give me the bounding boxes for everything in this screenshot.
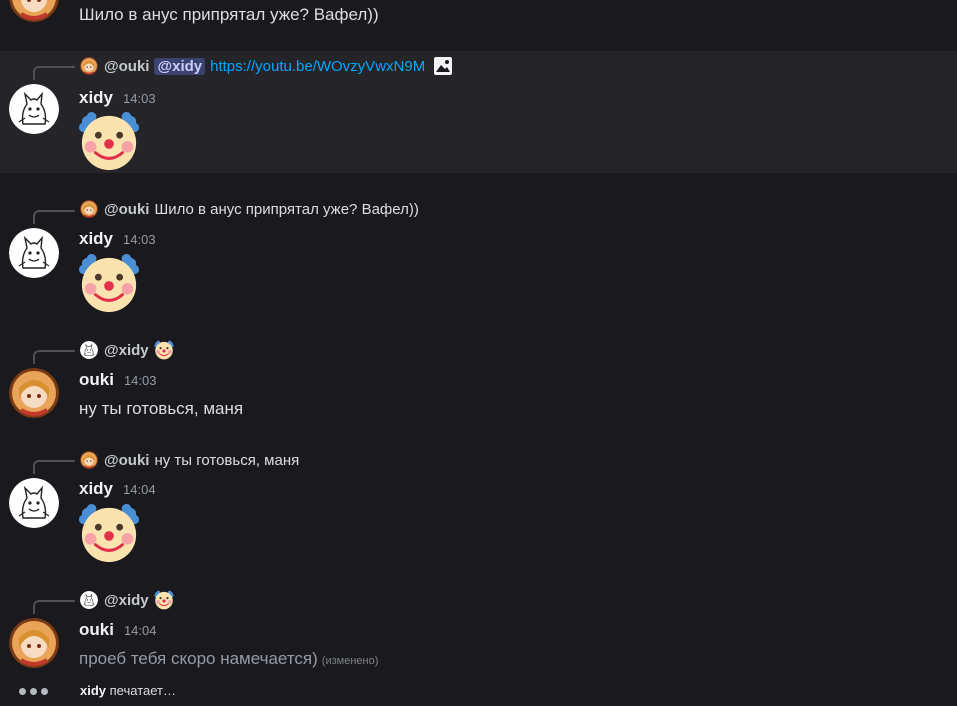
message-item[interactable]: @xidy ouki 14:03 ну ты готовься, маня — [0, 337, 957, 427]
message-header: xidy 14:04 — [79, 479, 156, 499]
reply-avatar-ouki — [80, 57, 98, 75]
reply-text[interactable]: ну ты готовься, маня — [154, 452, 299, 469]
timestamp[interactable]: 14:03 — [123, 232, 156, 247]
message-header: ouki 14:03 — [79, 370, 157, 390]
reply-author[interactable]: @xidy — [104, 342, 149, 359]
reply-avatar-ouki — [80, 200, 98, 218]
typing-text: xidy печатает… — [80, 683, 176, 698]
avatar-xidy[interactable] — [9, 84, 59, 134]
reply-preview[interactable]: @xidy — [80, 590, 174, 610]
edited-label: (изменено) — [321, 655, 379, 667]
clown-emoji-icon[interactable] — [78, 110, 140, 172]
typing-label: печатает… — [109, 683, 176, 698]
username[interactable]: ouki — [79, 370, 114, 390]
avatar-ouki[interactable] — [9, 618, 59, 668]
clown-emoji-icon[interactable] — [78, 252, 140, 314]
message-partial: Шило в анус припрятал уже? Вафел)) — [0, 0, 957, 50]
timestamp[interactable]: 14:04 — [123, 482, 156, 497]
timestamp[interactable]: 14:04 — [124, 623, 157, 638]
reply-connector — [33, 66, 75, 80]
message-header: xidy 14:03 — [79, 88, 156, 108]
message-item[interactable]: @ouki ну ты готовься, маня xidy 14:04 — [0, 447, 957, 567]
image-icon — [433, 56, 453, 76]
message-text: Шило в анус припрятал уже? Вафел)) — [79, 5, 379, 24]
avatar-ouki[interactable] — [9, 0, 59, 22]
reply-link[interactable]: https://youtu.be/WOvzyVwxN9M — [210, 58, 425, 75]
reply-preview[interactable]: @ouki ну ты готовься, маня — [80, 450, 299, 470]
timestamp[interactable]: 14:03 — [123, 91, 156, 106]
username[interactable]: ouki — [79, 620, 114, 640]
message-item[interactable]: @ouki Шило в анус припрятал уже? Вафел))… — [0, 197, 957, 317]
reply-avatar-xidy — [80, 591, 98, 609]
message-item[interactable]: @ouki @xidy https://youtu.be/WOvzyVwxN9M… — [0, 51, 957, 173]
message-header: ouki 14:04 — [79, 620, 157, 640]
reply-author[interactable]: @ouki — [104, 58, 149, 75]
typing-user: xidy — [80, 683, 107, 698]
reply-mention[interactable]: @xidy — [154, 57, 206, 75]
username[interactable]: xidy — [79, 479, 113, 499]
reply-connector — [33, 460, 75, 474]
reply-preview[interactable]: @xidy — [80, 340, 174, 360]
reply-author[interactable]: @ouki — [104, 452, 149, 469]
message-item[interactable]: @xidy ouki 14:04 проеб тебя скоро намеча… — [0, 587, 957, 677]
avatar-xidy[interactable] — [9, 478, 59, 528]
reply-connector — [33, 210, 75, 224]
message-text: проеб тебя скоро намечается) (изменено) — [79, 649, 378, 669]
clown-emoji-icon — [154, 340, 174, 360]
clown-emoji-icon[interactable] — [78, 502, 140, 564]
reply-author[interactable]: @xidy — [104, 592, 149, 609]
reply-preview[interactable]: @ouki @xidy https://youtu.be/WOvzyVwxN9M — [80, 56, 453, 76]
username[interactable]: xidy — [79, 229, 113, 249]
timestamp[interactable]: 14:03 — [124, 373, 157, 388]
avatar-ouki[interactable] — [9, 368, 59, 418]
reply-avatar-ouki — [80, 451, 98, 469]
message-text-content: проеб тебя скоро намечается) — [79, 649, 318, 668]
reply-connector — [33, 350, 75, 364]
message-header: xidy 14:03 — [79, 229, 156, 249]
reply-author[interactable]: @ouki — [104, 201, 149, 218]
username[interactable]: xidy — [79, 88, 113, 108]
reply-avatar-xidy — [80, 341, 98, 359]
reply-connector — [33, 600, 75, 614]
clown-emoji-icon — [154, 590, 174, 610]
typing-indicator: xidy печатает… — [0, 680, 957, 704]
reply-text[interactable]: Шило в анус припрятал уже? Вафел)) — [154, 201, 418, 218]
avatar-xidy[interactable] — [9, 228, 59, 278]
typing-dots-icon — [19, 688, 48, 695]
message-text: ну ты готовься, маня — [79, 399, 244, 418]
reply-preview[interactable]: @ouki Шило в анус припрятал уже? Вафел)) — [80, 199, 419, 219]
